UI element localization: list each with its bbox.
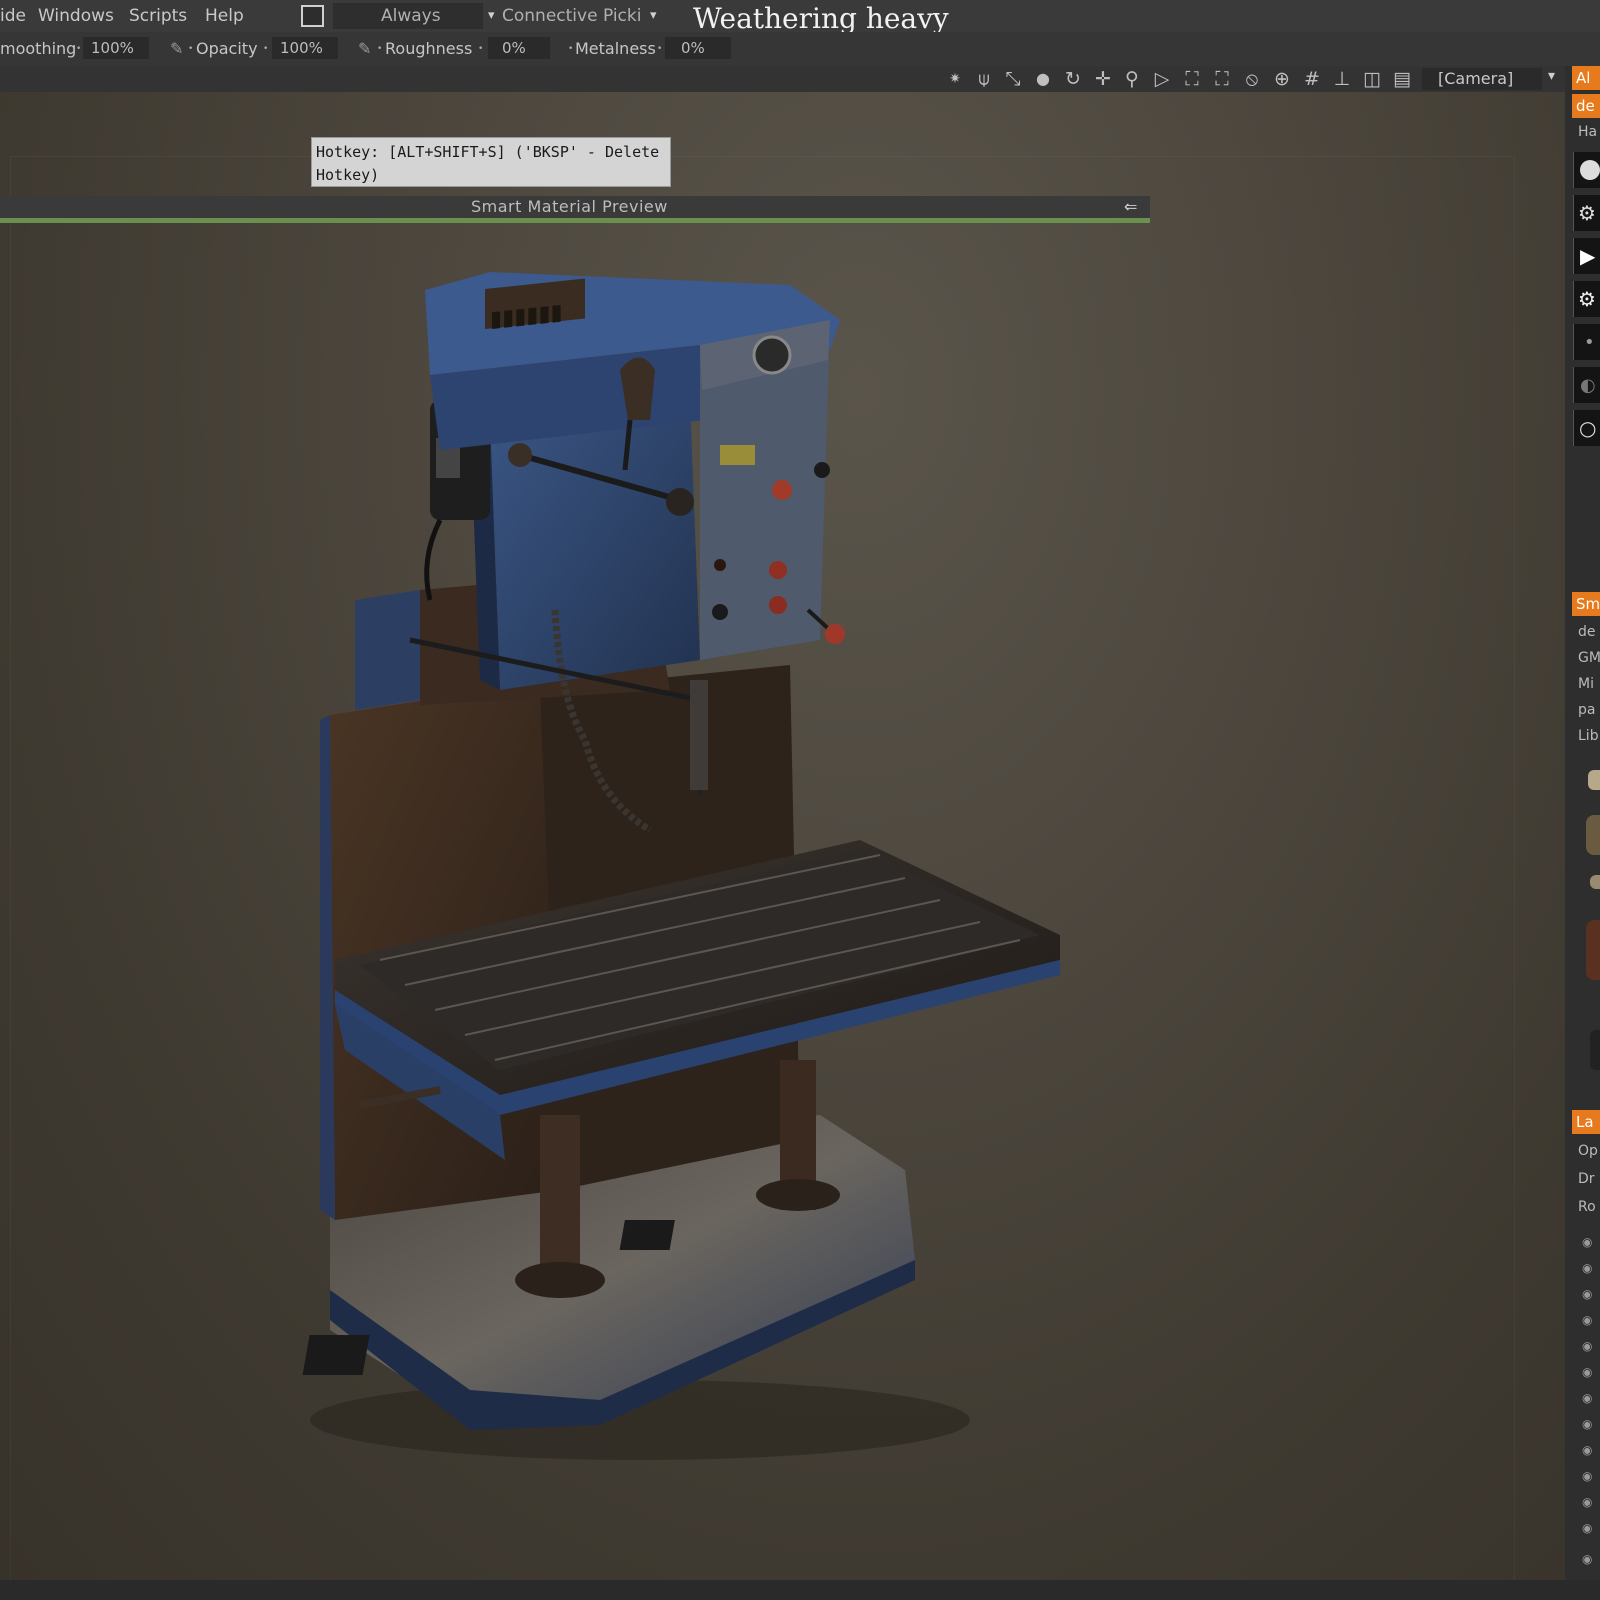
tooltip-line: Hotkey) — [316, 166, 380, 184]
layer-visibility-icon[interactable]: ◉ — [1582, 1443, 1600, 1459]
preview-progress-line — [0, 218, 1150, 223]
panel-text-ha: Ha — [1578, 124, 1598, 140]
status-bar — [0, 1580, 1600, 1600]
panel-list-item[interactable]: GM — [1578, 650, 1600, 666]
tooltip-line: Hotkey: [ALT+SHIFT+S] ('BKSP' - Delete — [316, 143, 660, 161]
sphere-preset-button[interactable] — [1573, 152, 1600, 188]
material-thumb[interactable] — [1586, 815, 1600, 855]
panel-list-item[interactable]: de — [1578, 624, 1600, 640]
layer-visibility-icon[interactable]: ◉ — [1582, 1287, 1600, 1303]
layer-visibility-icon[interactable]: ◉ — [1582, 1521, 1600, 1537]
layer-depth-label[interactable]: Dr — [1578, 1171, 1600, 1187]
circle-preset-button[interactable]: ○ — [1573, 410, 1600, 446]
panel-tab-smart-materials[interactable]: Sm — [1572, 592, 1600, 616]
preview-bar-label: Smart Material Preview — [471, 197, 668, 216]
material-thumb[interactable] — [1590, 1030, 1600, 1070]
hotkey-tooltip: Hotkey: [ALT+SHIFT+S] ('BKSP' - Delete H… — [311, 137, 671, 187]
collapse-arrow-icon[interactable]: ⇐ — [1124, 197, 1137, 216]
dot-preset-button[interactable]: • — [1573, 324, 1600, 360]
layer-visibility-icon[interactable]: ◉ — [1582, 1495, 1600, 1511]
layer-visibility-icon[interactable]: ◉ — [1582, 1391, 1600, 1407]
layer-visibility-icon[interactable]: ◉ — [1582, 1365, 1600, 1381]
panel-tab-layers[interactable]: La — [1572, 1110, 1600, 1134]
network-preset-button[interactable]: ⚙ — [1573, 195, 1600, 231]
panel-list-item[interactable]: Mi — [1578, 676, 1600, 692]
layer-roughness-label[interactable]: Ro — [1578, 1199, 1600, 1215]
play-preset-button[interactable]: ▶ — [1573, 238, 1600, 274]
layer-visibility-icon[interactable]: ◉ — [1582, 1313, 1600, 1329]
material-thumb[interactable] — [1590, 875, 1600, 889]
drill-press-model: ▮▮▮▮▮▮ — [302, 272, 1060, 1460]
panel-tab-default[interactable]: de — [1572, 94, 1600, 118]
layer-opacity-label[interactable]: Op — [1578, 1143, 1600, 1159]
panel-list-item[interactable]: pa — [1578, 702, 1600, 718]
material-thumb[interactable] — [1586, 920, 1600, 980]
layer-visibility-icon[interactable]: ◉ — [1582, 1339, 1600, 1355]
material-thumb[interactable] — [1588, 770, 1600, 790]
gray-preset-button[interactable]: ◐ — [1573, 367, 1600, 403]
panel-tab-al[interactable]: Al — [1572, 66, 1600, 90]
layer-visibility-icon[interactable]: ◉ — [1582, 1469, 1600, 1485]
layer-visibility-icon[interactable]: ◉ — [1582, 1417, 1600, 1433]
layer-visibility-icon[interactable]: ◉ — [1582, 1261, 1600, 1277]
panel-list-item[interactable]: Lib — [1578, 728, 1600, 744]
gear-preset-button[interactable]: ⚙ — [1573, 281, 1600, 317]
layer-visibility-icon[interactable]: ◉ — [1582, 1235, 1600, 1251]
layer-visibility-icon[interactable]: ◉ — [1582, 1552, 1600, 1568]
